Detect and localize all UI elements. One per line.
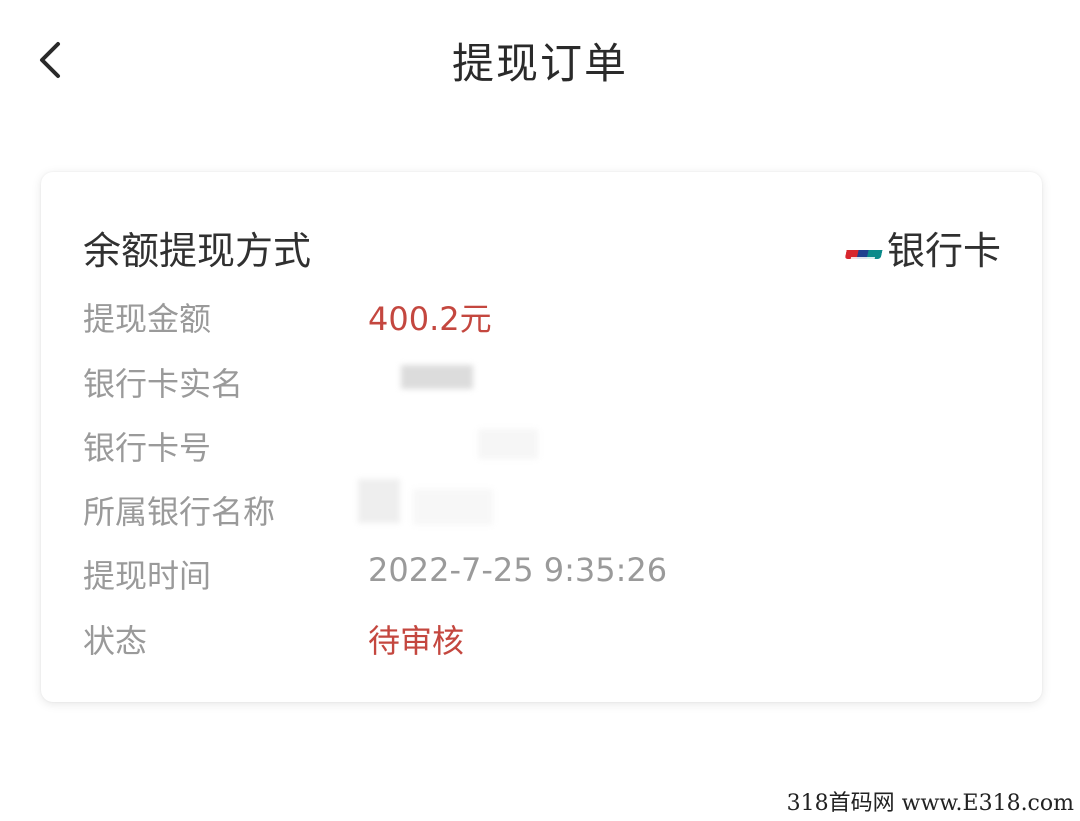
row-card-number: 银行卡号 (83, 423, 1001, 467)
row-key-bank-name: 所属银行名称 (83, 493, 276, 531)
redacted-bank-name-2 (413, 489, 493, 525)
redacted-bank-name (358, 479, 400, 523)
withdraw-method-value: 银行卡 (844, 220, 1001, 275)
order-card: 余额提现方式 银行卡 提现金额 400.2元 银行卡实名 银行卡号 所属银行名称… (41, 172, 1042, 702)
withdraw-method-row: 余额提现方式 银行卡 (83, 220, 1001, 273)
row-amount: 提现金额 400.2元 (83, 294, 1001, 338)
redacted-name (401, 365, 473, 389)
withdraw-method-text: 银行卡 (886, 229, 1001, 273)
row-key-card-number: 银行卡号 (83, 429, 212, 467)
site-watermark: 318首码网 www.E318.com (786, 791, 1074, 816)
nav-bar: 提现订单 (0, 0, 1080, 120)
withdrawal-order-screen: 提现订单 余额提现方式 银行卡 提现金额 400.2元 银行卡实名 银行卡号 所… (0, 0, 1080, 821)
row-key-amount: 提现金额 (83, 300, 212, 338)
row-key-status: 状态 (83, 622, 148, 660)
row-key-withdraw-time: 提现时间 (83, 557, 212, 595)
row-value-amount: 400.2元 (368, 300, 492, 338)
row-withdraw-time: 提现时间 2022-7-25 9:35:26 (83, 551, 1001, 595)
status-badge: 待审核 (368, 622, 465, 660)
row-status: 状态 待审核 (83, 616, 1001, 660)
withdraw-method-label: 余额提现方式 (83, 229, 312, 273)
page-title: 提现订单 (451, 39, 628, 88)
row-real-name: 银行卡实名 (83, 359, 1001, 403)
redacted-card-number (478, 429, 538, 459)
row-value-withdraw-time: 2022-7-25 9:35:26 (368, 551, 668, 589)
unionpay-icon (844, 237, 886, 259)
row-bank-name: 所属银行名称 (83, 479, 1001, 531)
row-key-real-name: 银行卡实名 (83, 365, 244, 403)
